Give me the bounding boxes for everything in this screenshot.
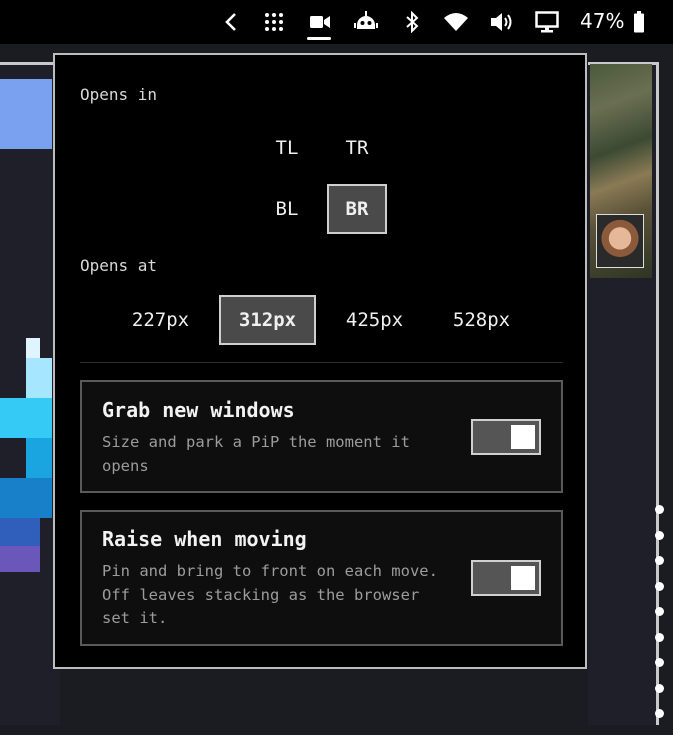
corner-bl-button[interactable]: BL [257,184,317,234]
raise-when-moving-toggle[interactable] [471,560,541,596]
opens-in-label: Opens in [80,85,158,104]
robot-icon[interactable] [353,11,379,33]
background-graphic [0,518,40,546]
monitor-icon[interactable] [535,11,559,33]
bluetooth-icon[interactable] [401,11,423,33]
option-description: Size and park a PiP the moment it opens [102,433,410,475]
size-528-button[interactable]: 528px [433,295,530,345]
battery-icon [631,11,647,33]
size-227-button[interactable]: 227px [112,295,209,345]
system-top-bar: 47% [0,0,673,44]
background-graphic [0,79,52,149]
battery-percent: 47% [580,9,625,33]
background-window-left[interactable] [0,62,60,725]
toggle-knob [511,425,535,449]
grab-new-windows-toggle[interactable] [471,419,541,455]
size-312-button[interactable]: 312px [219,295,316,345]
avatar [596,214,644,268]
active-indicator [307,37,331,40]
size-425-button[interactable]: 425px [326,295,423,345]
raise-when-moving-option: Raise when moving Pin and bring to front… [80,510,563,646]
background-graphic [0,478,52,518]
background-graphic [0,398,52,438]
grab-new-windows-option: Grab new windows Size and park a PiP the… [80,380,563,493]
background-graphic [26,358,52,398]
background-graphic [26,338,40,358]
option-title: Raise when moving [102,527,307,551]
opens-at-label: Opens at [80,256,158,275]
option-description: Pin and bring to front on each move. Off… [102,562,438,627]
corner-tr-button[interactable]: TR [327,123,387,173]
option-title: Grab new windows [102,398,295,422]
divider [80,362,563,363]
scroll-dots [655,505,664,735]
volume-icon[interactable] [489,11,517,33]
corner-br-button[interactable]: BR [327,184,387,234]
corner-tl-button[interactable]: TL [257,123,317,173]
background-graphic [0,546,40,572]
video-camera-icon[interactable] [308,11,332,33]
background-graphic [26,438,52,478]
toggle-knob [511,566,535,590]
chevron-left-icon[interactable] [220,11,242,33]
wifi-icon[interactable] [443,11,469,33]
grid-dots-icon[interactable] [262,11,286,33]
pip-settings-panel: Opens in TL TR BL BR Opens at 227px 312p… [53,53,587,669]
